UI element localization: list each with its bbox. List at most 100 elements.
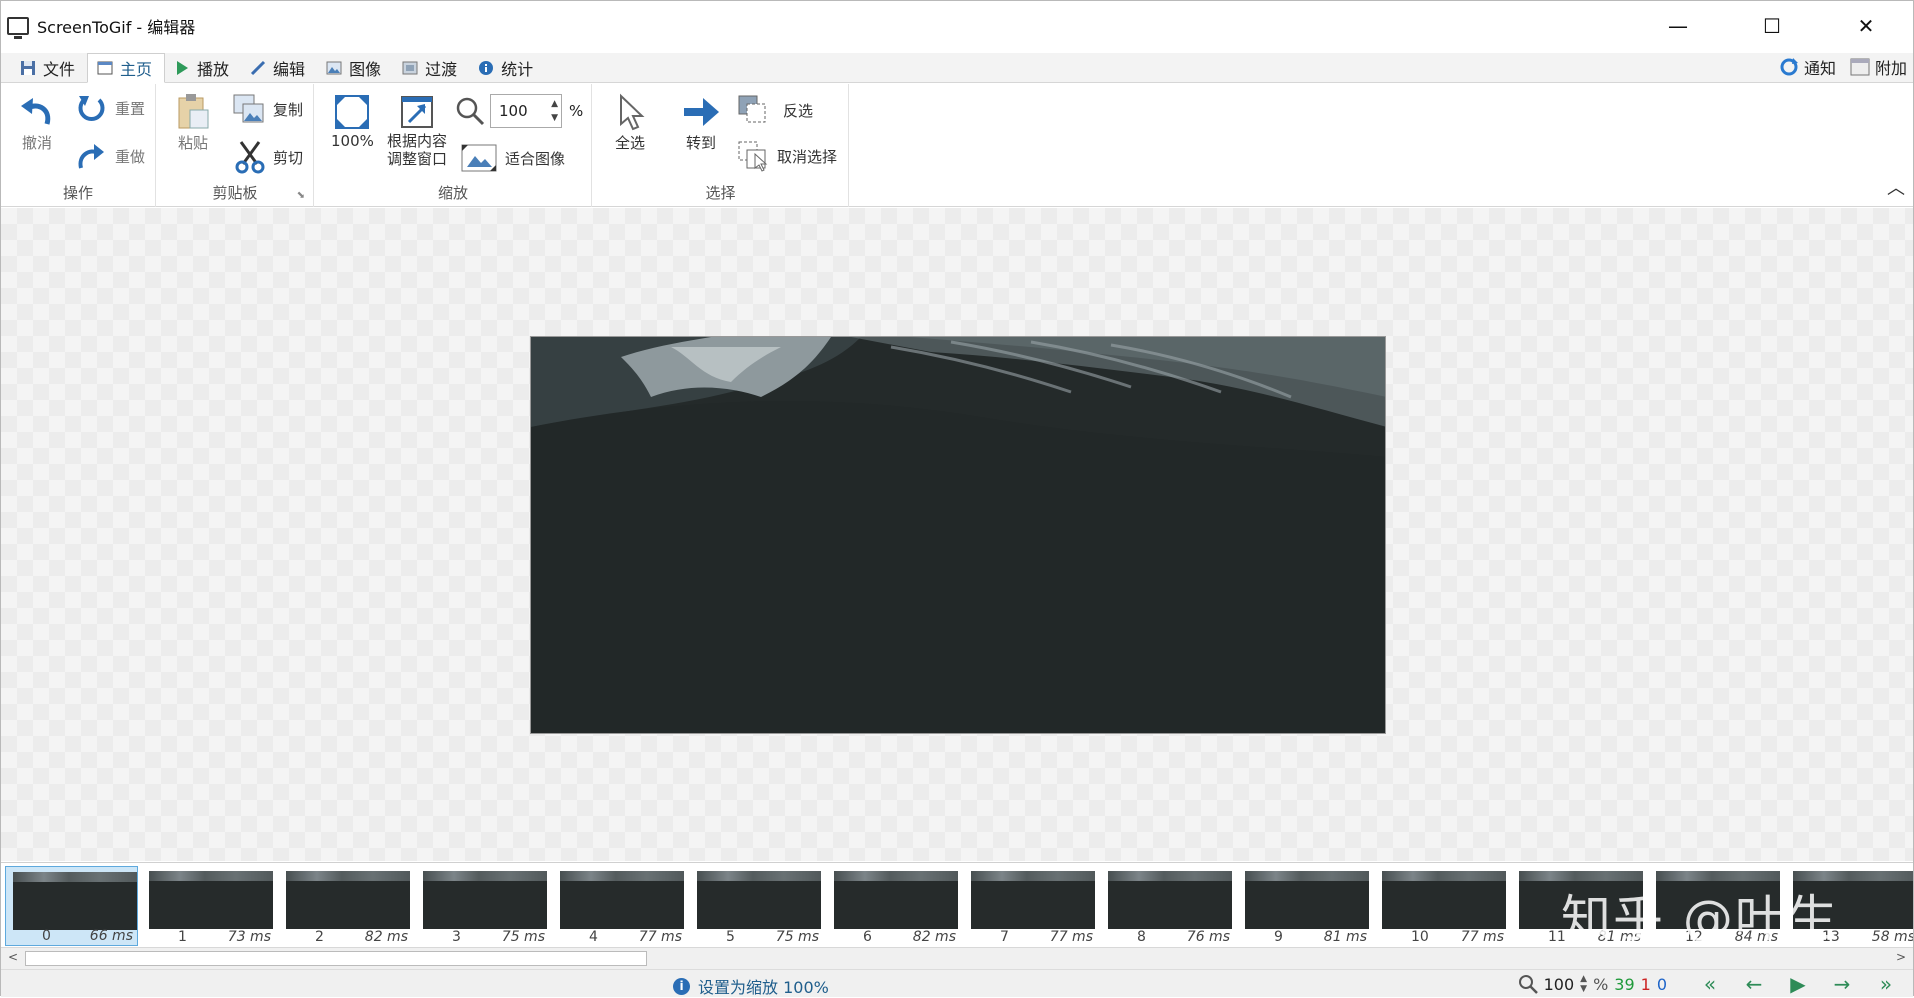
info-icon	[479, 61, 494, 75]
play-icon	[177, 61, 189, 75]
tab-image[interactable]: 图像	[317, 54, 393, 82]
zoom-input-value: 100	[499, 102, 528, 120]
cut-label: 剪切	[273, 148, 304, 167]
frame-thumbnail	[1382, 871, 1506, 929]
invert-selection-button[interactable]: 反选	[737, 94, 813, 126]
info-icon: i	[673, 977, 690, 995]
frame-thumbnail	[697, 871, 821, 929]
undo-label: 撤消	[21, 134, 52, 152]
frame-index: 5	[726, 929, 735, 945]
frame-delay: 66 ms	[89, 928, 133, 944]
cut-button[interactable]: 剪切	[235, 140, 303, 174]
last-frame-button[interactable]: »	[1867, 972, 1905, 996]
scroll-right-icon[interactable]: >	[1893, 950, 1909, 967]
transition-icon	[402, 61, 418, 75]
frame-index: 10	[1411, 929, 1429, 945]
goto-label: 转到	[685, 134, 716, 152]
select-all-button[interactable]: 全选	[613, 92, 647, 153]
frame-item[interactable]: 0 66 ms	[5, 866, 138, 946]
frame-item[interactable]: 4 77 ms	[553, 866, 686, 946]
frame-item[interactable]: 1 73 ms	[142, 866, 275, 946]
goto-button[interactable]: 转到	[681, 92, 721, 153]
tab-home[interactable]: 主页	[87, 53, 166, 83]
collapse-ribbon-icon[interactable]: ︿	[1887, 174, 1905, 200]
copy-button[interactable]: 复制	[233, 94, 303, 124]
frame-item[interactable]: 3 75 ms	[416, 866, 549, 946]
frame-item[interactable]: 8 76 ms	[1101, 866, 1234, 946]
tab-edit-label: 编辑	[273, 60, 306, 79]
home-icon	[97, 61, 113, 75]
group-select: 全选 转到 反选 取消选择 选择	[593, 84, 849, 207]
copy-label: 复制	[273, 100, 304, 119]
double-arrow-left-icon: «	[1703, 972, 1717, 996]
close-button[interactable]: ✕	[1819, 1, 1913, 50]
tab-transition[interactable]: 过渡	[393, 54, 469, 82]
frame-index: 2	[315, 929, 324, 945]
fit-image-button[interactable]: 适合图像	[461, 144, 565, 172]
extras-label: 附加	[1874, 59, 1907, 78]
invert-selection-icon	[738, 95, 766, 123]
window-title: ScreenToGif - 编辑器	[37, 17, 196, 37]
fit-window-button[interactable]: 根据内容 调整窗口	[387, 92, 447, 168]
minimize-button[interactable]: —	[1631, 1, 1725, 50]
invert-selection-label: 反选	[783, 101, 814, 120]
frame-delay: 75 ms	[775, 929, 819, 945]
frame-item[interactable]: 7 77 ms	[964, 866, 1097, 946]
frame-item[interactable]: 10 77 ms	[1375, 866, 1508, 946]
play-button[interactable]: ▶	[1779, 972, 1817, 996]
scrollbar-thumb[interactable]	[25, 951, 647, 966]
undo-icon	[21, 98, 51, 125]
reset-button[interactable]: 重置	[75, 92, 145, 124]
status-zoom-spinner[interactable]: ▲ ▼	[1580, 974, 1587, 994]
ribbon-tabs: 文件 主页 播放 编辑 图像 过渡 统计 通知 附加	[1, 53, 1913, 83]
frame-delay: 58 ms	[1871, 929, 1913, 945]
tab-play[interactable]: 播放	[165, 54, 241, 82]
zoom-input[interactable]: 100 ▲ ▼	[490, 94, 562, 128]
frame-item[interactable]: 5 75 ms	[690, 866, 823, 946]
deselect-icon	[738, 141, 768, 172]
frame-item[interactable]: 2 82 ms	[279, 866, 412, 946]
tab-file[interactable]: 文件	[11, 54, 87, 82]
fit-window-label-2: 调整窗口	[387, 150, 448, 168]
next-frame-button[interactable]: →	[1823, 972, 1861, 996]
editor-window: ScreenToGif - 编辑器 — ☐ ✕ 文件 主页 播放 编辑 图像 过…	[0, 0, 1914, 997]
tab-statistics[interactable]: 统计	[469, 54, 545, 82]
deselect-button[interactable]: 取消选择	[737, 140, 837, 172]
first-frame-button[interactable]: «	[1691, 972, 1729, 996]
frame-scrollbar[interactable]: < >	[1, 947, 1913, 969]
scroll-left-icon[interactable]: <	[5, 950, 21, 967]
paste-button[interactable]: 粘贴	[175, 92, 211, 153]
tab-statistics-label: 统计	[501, 60, 534, 79]
expand-icon	[335, 95, 370, 129]
close-icon: ✕	[1857, 13, 1875, 38]
maximize-icon: ☐	[1763, 13, 1781, 38]
notify-button[interactable]: 通知	[1779, 55, 1836, 79]
spin-up-icon[interactable]: ▲	[551, 97, 558, 111]
undo-button[interactable]: 撤消	[17, 92, 57, 153]
frame-count: 39	[1614, 974, 1635, 994]
frame-item[interactable]: 9 81 ms	[1238, 866, 1371, 946]
frame-index: 8	[1137, 929, 1146, 945]
maximize-button[interactable]: ☐	[1725, 1, 1819, 50]
arrow-right-icon	[684, 98, 719, 126]
spin-down-icon[interactable]: ▼	[551, 111, 558, 125]
spin-down-icon[interactable]: ▼	[1580, 984, 1587, 994]
zoom-spinner[interactable]: ▲ ▼	[551, 97, 558, 125]
mountain-image	[531, 337, 1385, 733]
cursor-icon	[620, 93, 645, 131]
dialog-launcher-icon[interactable]: ⬊	[297, 190, 305, 201]
frame-item[interactable]: 6 82 ms	[827, 866, 960, 946]
status-zoom-value[interactable]: 100	[1544, 975, 1575, 994]
tab-edit[interactable]: 编辑	[241, 54, 317, 82]
zoom-100-button[interactable]: 100%	[331, 92, 374, 150]
redo-button[interactable]: 重做	[75, 140, 145, 172]
previous-frame-button[interactable]: ←	[1735, 972, 1773, 996]
magnifier-icon	[456, 97, 485, 126]
spin-up-icon[interactable]: ▲	[1580, 974, 1587, 984]
monitor-icon	[7, 16, 29, 39]
current-frame: 0	[1656, 974, 1667, 994]
image-icon	[326, 61, 342, 75]
extras-button[interactable]: 附加	[1850, 55, 1907, 79]
paste-icon	[178, 94, 209, 129]
resize-window-icon	[401, 96, 433, 128]
